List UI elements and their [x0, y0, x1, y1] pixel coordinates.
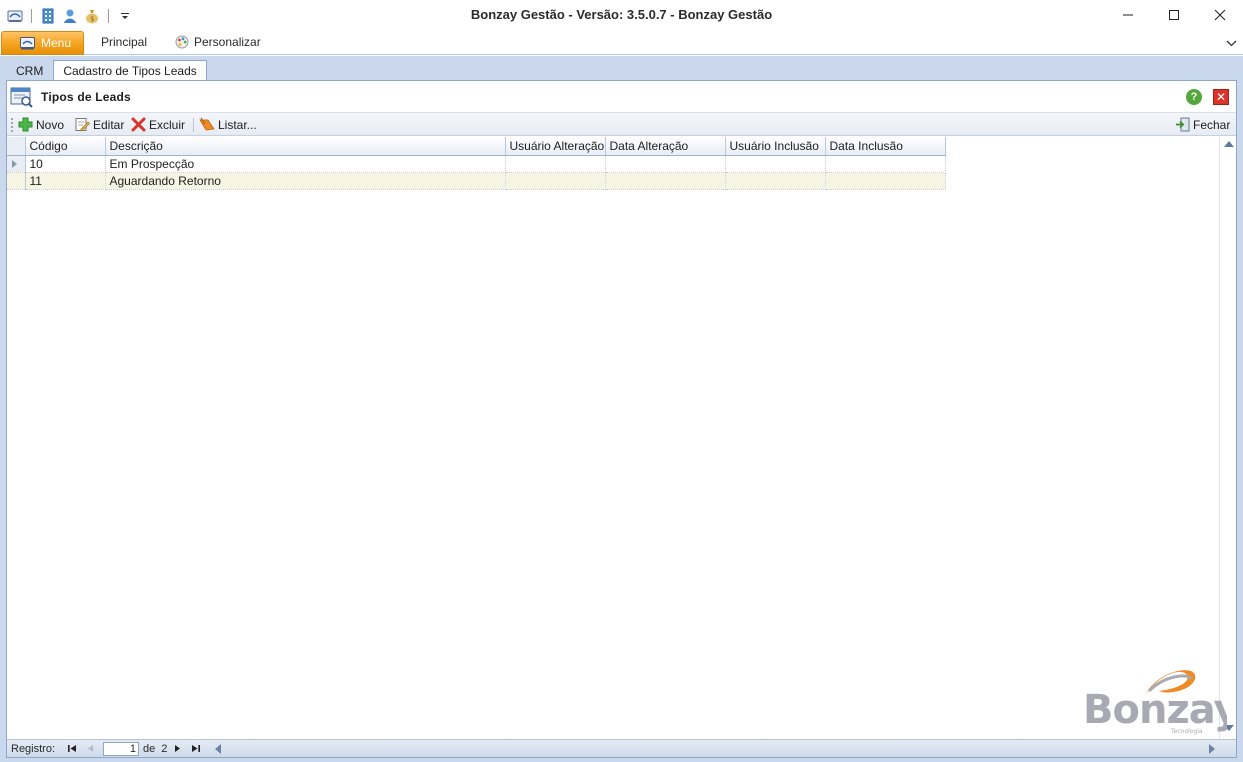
maximize-icon: [1169, 10, 1179, 20]
svg-text:Bonzay: Bonzay: [1083, 687, 1227, 733]
menu-label: Menu: [41, 36, 72, 50]
row-indicator[interactable]: [7, 155, 26, 173]
table-row[interactable]: 10 Em Prospecção: [7, 155, 946, 173]
listar-button[interactable]: Listar...: [199, 117, 257, 132]
close-icon: [1214, 9, 1226, 21]
toolbar: Novo Editar Excluir Listar... Fechar: [7, 112, 1236, 136]
tab-principal[interactable]: Principal: [101, 35, 147, 49]
minimize-icon: [1123, 14, 1133, 16]
exit-door-icon: [1176, 117, 1190, 132]
novo-label: Novo: [36, 117, 65, 132]
tab-label: Cadastro de Tipos Leads: [63, 64, 197, 78]
edit-icon: [75, 118, 90, 132]
first-icon: [68, 745, 77, 752]
of-label: de: [143, 742, 156, 755]
list-report-icon: [199, 117, 215, 131]
cell-usuario-alteracao[interactable]: [505, 155, 606, 173]
editar-label: Editar: [93, 117, 125, 132]
tab-label: Personalizar: [194, 35, 261, 49]
document-tabs: CRM Cadastro de Tipos Leads: [6, 60, 207, 81]
column-header-usuario-inclusao[interactable]: Usuário Inclusão: [725, 137, 826, 156]
listar-label: Listar...: [218, 117, 257, 132]
toolbar-grip: [11, 118, 13, 132]
close-form-icon[interactable]: ✕: [1213, 89, 1229, 105]
maximize-button[interactable]: [1151, 0, 1197, 30]
chevron-down-icon: [1226, 40, 1237, 47]
scroll-up-icon[interactable]: [1224, 141, 1234, 147]
form-title: Tipos de Leads: [41, 90, 131, 104]
leads-table: Código Descrição Usuário Alteração Data …: [7, 137, 946, 190]
horizontal-scrollbar[interactable]: [211, 741, 1219, 756]
cell-codigo[interactable]: 10: [25, 155, 106, 173]
workspace: CRM Cadastro de Tipos Leads Tipos de Lea…: [0, 56, 1243, 762]
cell-data-inclusao[interactable]: [825, 172, 946, 190]
cell-data-alteracao[interactable]: [605, 172, 726, 190]
bonzay-logo: Bonzay Tecnologia: [1083, 670, 1227, 735]
help-icon[interactable]: ?: [1186, 89, 1202, 105]
app-menu-icon: [20, 36, 35, 49]
row-indicator-header: [7, 137, 26, 156]
add-icon: [18, 117, 33, 132]
window-title: Bonzay Gestão - Versão: 3.5.0.7 - Bonzay…: [470, 7, 773, 22]
table-row[interactable]: 11 Aguardando Retorno: [7, 172, 946, 190]
column-header-data-alteracao[interactable]: Data Alteração: [605, 137, 726, 156]
registro-label: Registro:: [11, 742, 56, 755]
previous-icon: [88, 745, 94, 752]
excluir-button[interactable]: Excluir: [131, 117, 185, 132]
cell-descricao[interactable]: Em Prospecção: [105, 155, 506, 173]
delete-icon: [131, 117, 146, 132]
first-record-button[interactable]: [65, 742, 79, 756]
minimize-button[interactable]: [1105, 0, 1151, 30]
cell-data-alteracao[interactable]: [605, 155, 726, 173]
tab-cadastro-tipos-leads[interactable]: Cadastro de Tipos Leads: [53, 60, 207, 81]
current-record-input[interactable]: 1: [103, 741, 140, 756]
tab-label: Principal: [101, 35, 148, 49]
ribbon-bar: Menu Principal Personalizar: [0, 30, 1243, 55]
next-icon: [175, 745, 181, 752]
cell-codigo[interactable]: 11: [25, 172, 106, 190]
form-panel: Tipos de Leads ? ✕ Novo Editar Excluir L…: [6, 80, 1237, 758]
header-row: Código Descrição Usuário Alteração Data …: [7, 137, 946, 156]
form-list-icon: [10, 87, 33, 108]
next-record-button[interactable]: [171, 742, 185, 756]
tab-crm[interactable]: CRM: [6, 60, 53, 81]
column-header-data-inclusao[interactable]: Data Inclusão: [825, 137, 946, 156]
tab-label: CRM: [16, 64, 44, 78]
ribbon-collapse-button[interactable]: [1226, 37, 1237, 51]
fechar-label: Fechar: [1193, 117, 1231, 132]
close-window-button[interactable]: [1197, 0, 1243, 30]
total-records: 2: [161, 742, 168, 755]
cell-usuario-inclusao[interactable]: [725, 155, 826, 173]
novo-button[interactable]: Novo: [18, 117, 64, 132]
scroll-right-icon[interactable]: [1209, 744, 1215, 754]
svg-text:Tecnologia: Tecnologia: [1170, 728, 1203, 735]
row-indicator[interactable]: [7, 172, 26, 190]
previous-record-button[interactable]: [83, 742, 97, 756]
fechar-button[interactable]: Fechar: [1175, 117, 1230, 132]
current-row-icon: [12, 159, 17, 168]
form-header: Tipos de Leads ? ✕: [7, 81, 1236, 111]
toolbar-separator: [193, 118, 194, 132]
palette-icon: [175, 35, 189, 49]
window-controls: [1105, 0, 1243, 30]
data-grid: Código Descrição Usuário Alteração Data …: [7, 137, 1219, 739]
cell-usuario-inclusao[interactable]: [725, 172, 826, 190]
cell-usuario-alteracao[interactable]: [505, 172, 606, 190]
vertical-scrollbar[interactable]: [1219, 137, 1236, 739]
scroll-left-icon[interactable]: [215, 744, 221, 754]
column-header-usuario-alteracao[interactable]: Usuário Alteração: [505, 137, 606, 156]
cell-data-inclusao[interactable]: [825, 155, 946, 173]
tab-personalizar[interactable]: Personalizar: [175, 35, 261, 49]
column-header-codigo[interactable]: Código: [25, 137, 106, 156]
last-icon: [192, 745, 201, 752]
title-bar: $ Bonzay Gestão - Versão: 3.5.0.7 - Bonz…: [0, 0, 1243, 30]
editar-button[interactable]: Editar: [75, 117, 124, 132]
menu-button[interactable]: Menu: [1, 31, 84, 55]
last-record-button[interactable]: [189, 742, 203, 756]
excluir-label: Excluir: [149, 117, 186, 132]
record-navigator: Registro: 1 de 2: [7, 739, 1236, 757]
column-header-descricao[interactable]: Descrição: [105, 137, 506, 156]
cell-descricao[interactable]: Aguardando Retorno: [105, 172, 506, 190]
